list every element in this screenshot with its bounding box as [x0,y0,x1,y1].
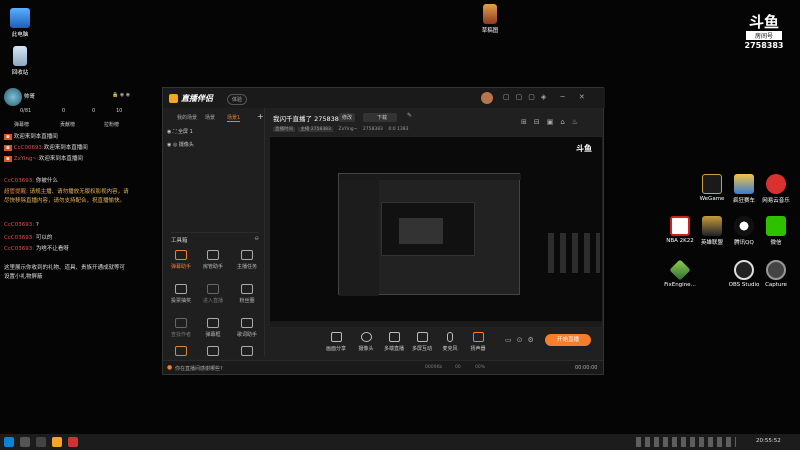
nba2k22-icon [670,216,690,236]
chat-username: 帅哥 [24,94,36,100]
chat-line: ▪ 欢迎来到本直播间 [4,134,58,140]
taskbar: 20:55:52 [0,434,800,450]
chat-lock-icons: 🔒 ◉ ◉ [112,92,131,98]
tool-room-admin[interactable]: 房管助手 [195,250,231,270]
desktop-icon-fixengine[interactable]: FixEngine... [660,259,700,288]
room-header: 我闪千直播了 2758383 修改 下载 ✎ 直播时间 主播 2758383 Z… [267,110,603,136]
tool-danmu-helper[interactable]: 弹幕助手 [163,250,199,270]
capture-icon [766,260,786,280]
netease-music-icon [766,174,786,194]
chat-line: ▪ CcC00693:欢迎来到本直播间 [4,145,88,151]
edit-title-button[interactable]: 修改 [339,113,356,122]
bottom-controls: 画面分享 摄像头 多端直播 多屏互动 麦克风 扬声器 ▭⊙⚙ 开始直播 [267,330,603,360]
multi-stream-button[interactable]: 多端直播 [379,332,409,352]
edit-pen-icon[interactable]: ✎ [407,112,412,119]
speaker-button[interactable]: 扬声器 [463,332,493,352]
chat-line: CcC03693: ? [4,222,39,228]
add-scene-icon[interactable]: + [257,112,264,121]
chat-tab-danmu[interactable]: 弹幕榜 [14,121,29,128]
scene-panel: 我的场景 场景 场景1 + ◉ ⛶ 全屏 1 ◉ ◎ 摄像头 工具箱 ⊖ 弹幕助手… [163,108,265,356]
preview-taskbar [270,321,602,327]
header-tool-icons[interactable]: ⊞⊟▣⌂♨ [521,118,585,126]
category-select[interactable]: 下载 [363,113,398,122]
tool-danmu-box[interactable]: 弹幕框 [195,318,231,338]
fixengine-icon [669,259,691,281]
desktop-icon-this-pc[interactable]: 此电脑 [0,8,40,38]
source-item[interactable]: ◉ ⛶ 全屏 1 [167,128,193,135]
recycle-bin-icon [13,46,27,66]
chat-line: CcC03693: 为啥不让看呀 [4,246,69,252]
app-badge[interactable]: 体验 [227,94,248,105]
tool-find-author[interactable]: 查找作者 [163,318,199,338]
status-bar: ● 你在直播间感谢哪些? 0000Kb 00 00% 00:00:00 [163,360,603,374]
taskbar-app-icon[interactable] [68,437,78,447]
system-tray[interactable] [636,437,736,447]
chat-footer: 这里展示你收到的礼物、道具、贵族开通成就等可设置小礼物屏蔽 [4,265,126,280]
chat-line: 超管提醒: 请规主播、请勿播放无版权影视内容，请尽快移除直播内容，请勿支持配合，… [4,189,129,204]
computer-icon [10,8,30,28]
chat-line: CcC03693: 可以的 [4,235,53,241]
source-item[interactable]: ◉ ◎ 摄像头 [167,141,194,148]
preview-nested-window [338,173,521,296]
bottom-tip[interactable]: 你在直播间感谢哪些? [175,365,223,372]
tool-anchor-task[interactable]: 主播任务 [229,250,265,270]
chat-tab-contrib[interactable]: 贡献榜 [60,121,75,128]
desktop-icon-capture[interactable]: Capture [756,260,796,288]
camera-button[interactable]: 摄像头 [351,332,381,352]
chat-avatar [4,88,22,106]
racing-game-icon [734,174,754,194]
wegame-icon [702,174,722,194]
app-titlebar: 直播伴侣 体验 ▢▢▢◈ ─ ✕ [163,88,605,108]
multi-screen-button[interactable]: 多屏互动 [407,332,437,352]
tab-scenes[interactable]: 场景 [205,114,215,121]
desktop-icon-recycle-bin[interactable]: 回收站 [0,46,40,76]
tool-fans[interactable]: 粉丝圈 [229,284,265,304]
preview-logo: 斗鱼 [576,144,592,153]
preview-icons [548,233,600,273]
tool-vote[interactable]: 投票抽奖 [163,284,199,304]
desktop-icon-wechat[interactable]: 微信 [756,216,796,246]
document-icon [483,4,497,24]
room-meta: 直播时间 主播 2758383 ZxYing~ 2758383 0:0 1383 [273,127,409,132]
user-avatar[interactable] [481,92,493,104]
tab-scene1[interactable]: 场景1 [227,114,241,122]
desktop-icon-draft[interactable]: 草稿图 [470,4,510,34]
taskbar-app-icon[interactable] [52,437,62,447]
league-of-legends-icon [702,216,722,236]
app-brand: 直播伴侣 [181,94,213,103]
streaming-app-window: 直播伴侣 体验 ▢▢▢◈ ─ ✕ 我的场景 场景 场景1 + ◉ ⛶ 全屏 1 … [162,87,605,375]
chat-tab-fans[interactable]: 拉粉榜 [104,121,119,128]
tool-lyrics[interactable]: 歌词助手 [229,318,265,338]
windows-start-icon[interactable] [4,437,14,447]
stream-preview: 斗鱼 [269,136,603,328]
obs-icon [734,260,754,280]
wechat-icon [766,216,786,236]
room-logo: 斗鱼 房间号 2758383 [744,13,784,50]
window-control-icons[interactable]: ▢▢▢◈ ─ ✕ [503,93,591,101]
toolbox-header: 工具箱 ⊖ [171,232,259,244]
room-title: 我闪千直播了 2758383 [273,115,344,123]
chat-line: CcC03693: 你被什么 [4,178,58,184]
screen-share-button[interactable]: 画面分享 [321,332,351,352]
toolbox-collapse-icon[interactable]: ⊖ [254,236,259,242]
clock: 20:55:52 [756,438,781,444]
tab-my-scenes[interactable]: 我的场景 [177,114,197,121]
control-icons[interactable]: ▭⊙⚙ [505,336,539,344]
microphone-button[interactable]: 麦克风 [435,332,465,352]
taskbar-app-icon[interactable] [36,437,46,447]
taskbar-app-icon[interactable] [20,437,30,447]
tool-download[interactable] [195,346,231,359]
go-live-button[interactable]: 开始直播 [545,334,591,346]
chat-overlay: 帅哥 🔒 ◉ ◉ 0/81 0 0 10 弹幕榜 贡献榜 拉粉榜 ▪ 欢迎来到本直… [0,86,135,286]
desktop-icon-netease-music[interactable]: 网易云音乐 [756,174,796,204]
tip-icon: ● [167,364,173,371]
tool-more[interactable] [229,346,265,359]
stream-timer: 00:00:00 [575,365,598,371]
qq-penguin-icon [734,216,754,236]
tool-extra[interactable] [163,346,199,359]
app-logo-icon [169,94,178,103]
tool-enter-live[interactable]: 进入直播 [195,284,231,304]
chat-line: ▪ ZxYing~:欢迎来到本直播间 [4,156,83,162]
